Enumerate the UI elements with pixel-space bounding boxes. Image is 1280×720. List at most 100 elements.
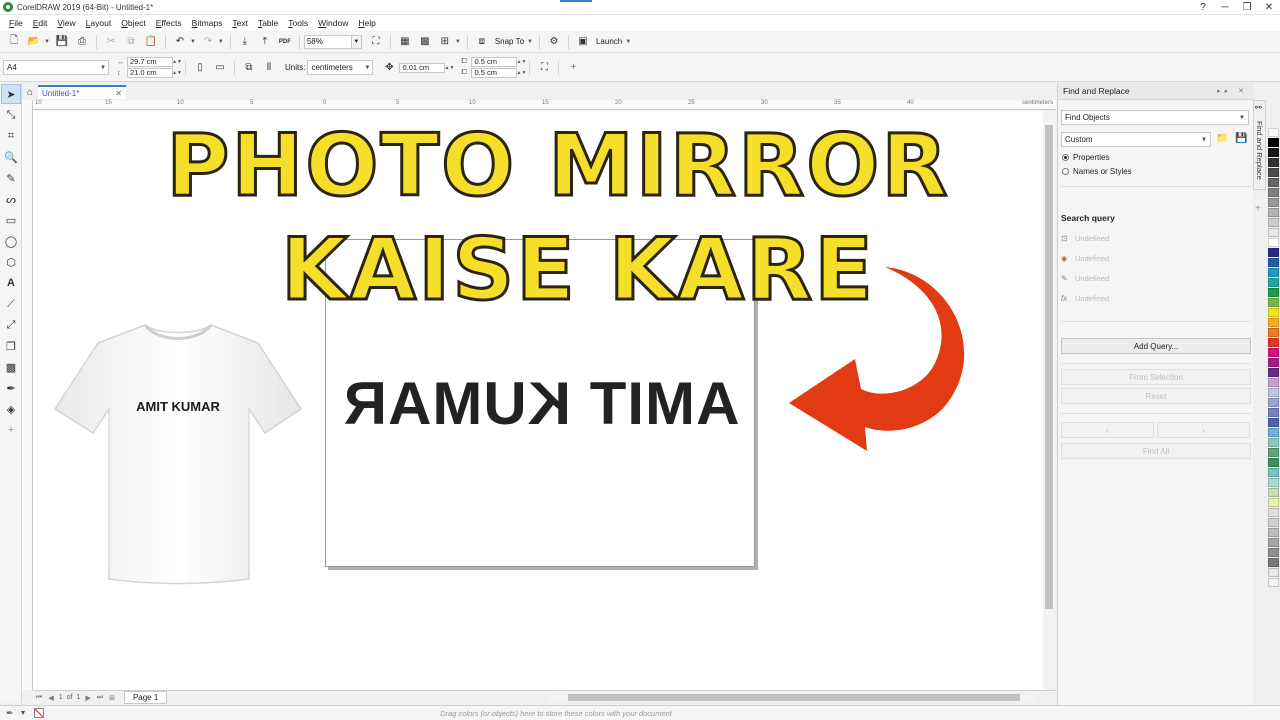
menu-bitmaps[interactable]: Bitmaps <box>187 18 228 28</box>
horizontal-ruler[interactable]: 10 15 10 5 0 5 10 15 20 25 30 35 40 cent… <box>33 100 1056 110</box>
connector-tool-icon[interactable]: ⤢ <box>1 315 21 335</box>
color-swatch[interactable] <box>1268 268 1279 277</box>
shape-tool-icon[interactable]: ⤡ <box>1 105 21 125</box>
tab-untitled-1[interactable]: Untitled-1* ✕ <box>38 85 126 99</box>
print-icon[interactable]: ⎙ <box>74 34 90 50</box>
drop-shadow-icon[interactable]: ❐ <box>1 336 21 356</box>
color-swatch[interactable] <box>1268 438 1279 447</box>
color-swatch[interactable] <box>1268 358 1279 367</box>
artistic-media-icon[interactable]: ᔕ <box>1 189 21 209</box>
ellipse-tool-icon[interactable]: ◯ <box>1 231 21 251</box>
color-swatch[interactable] <box>1268 448 1279 457</box>
zoom-level-input[interactable]: 58% <box>303 34 352 49</box>
import-icon[interactable]: ⤓ <box>237 34 253 50</box>
color-swatch[interactable] <box>1268 258 1279 267</box>
query-row[interactable]: ✎ Undefined <box>1061 274 1109 283</box>
duplicate-x-input[interactable]: 0.5 cm <box>471 57 518 67</box>
menu-view[interactable]: View <box>52 18 80 28</box>
color-swatch[interactable] <box>1268 348 1279 357</box>
query-row[interactable]: ◈ Undefined <box>1061 254 1109 263</box>
color-swatch[interactable] <box>1268 578 1279 587</box>
help-icon[interactable]: ? <box>1192 0 1214 15</box>
add-icon[interactable]: + <box>565 60 581 76</box>
color-swatch[interactable] <box>1268 528 1279 537</box>
welcome-home-icon[interactable]: ⌂ <box>22 85 38 99</box>
menu-object[interactable]: Object <box>116 18 151 28</box>
parallel-dimension-icon[interactable]: ⟋ <box>1 294 21 314</box>
color-swatch[interactable] <box>1268 158 1279 167</box>
color-swatch[interactable] <box>1268 138 1279 147</box>
landscape-icon[interactable]: ▭ <box>212 60 228 76</box>
menu-text[interactable]: Text <box>227 18 253 28</box>
page-width-input[interactable]: 29.7 cm <box>127 57 173 67</box>
preset-select[interactable]: Custom ▼ <box>1061 132 1211 147</box>
color-swatch[interactable] <box>1268 178 1279 187</box>
add-query-button[interactable]: Add Query... <box>1061 338 1251 354</box>
view-caret-icon[interactable]: ▼ <box>455 39 461 45</box>
crop-tool-icon[interactable]: ⌗ <box>1 126 21 146</box>
tshirt-image[interactable] <box>53 321 303 586</box>
page-height-input[interactable]: 21.0 cm <box>127 68 173 78</box>
color-swatch[interactable] <box>1268 128 1279 137</box>
color-swatch[interactable] <box>1268 498 1279 507</box>
headline-line-1[interactable]: PHOTO MIRROR <box>53 122 1043 211</box>
width-spinner-icon[interactable]: ▲▼ <box>172 57 182 67</box>
prev-page-icon[interactable]: ◀ <box>48 694 53 702</box>
color-swatch[interactable] <box>1268 548 1279 557</box>
show-grid-icon[interactable]: ▩ <box>417 34 433 50</box>
minimize-button[interactable]: ─ <box>1214 0 1236 15</box>
color-swatch[interactable] <box>1268 408 1279 417</box>
freehand-tool-icon[interactable]: ✎ <box>1 168 21 188</box>
transparency-icon[interactable]: ▩ <box>1 357 21 377</box>
menu-help[interactable]: Help <box>353 18 380 28</box>
close-button[interactable]: ✕ <box>1258 0 1280 15</box>
cut-icon[interactable]: ✂ <box>103 34 119 50</box>
color-swatch[interactable] <box>1268 318 1279 327</box>
next-page-icon[interactable]: ▶ <box>85 694 90 702</box>
color-swatch[interactable] <box>1268 278 1279 287</box>
docker-side-tab[interactable]: ⚯ Find and Replace <box>1253 100 1266 190</box>
tshirt-print-text[interactable]: AMIT KUMAR <box>118 399 238 414</box>
menu-layout[interactable]: Layout <box>81 18 117 28</box>
color-swatch[interactable] <box>1268 288 1279 297</box>
add-tool-icon[interactable]: + <box>1 420 21 440</box>
color-swatch[interactable] <box>1268 518 1279 527</box>
color-swatch[interactable] <box>1268 188 1279 197</box>
rectangle-tool-icon[interactable]: ▭ <box>1 210 21 230</box>
find-next-button[interactable]: › <box>1157 422 1250 438</box>
show-guidelines-icon[interactable]: ⊞ <box>437 34 453 50</box>
query-row[interactable]: ⊡ Undefined <box>1061 234 1109 243</box>
full-screen-preview-icon[interactable]: ⛶ <box>368 34 384 50</box>
zoom-tool-icon[interactable]: 🔍 <box>1 147 21 167</box>
units-select[interactable]: centimeters ▼ <box>307 60 374 75</box>
drawing-canvas[interactable]: AMIT KUMAR AMIT KUMAR PHOTO MIRROR KAISE… <box>33 111 1043 690</box>
open-query-folder-icon[interactable]: 📁 <box>1216 133 1228 144</box>
menu-tools[interactable]: Tools <box>283 18 313 28</box>
launch-icon[interactable]: ▣ <box>575 34 591 50</box>
horizontal-scrollbar[interactable] <box>548 693 1036 702</box>
red-arrow-shape[interactable] <box>785 261 975 461</box>
nudge-spinner-icon[interactable]: ▲▼ <box>445 63 455 73</box>
last-page-icon[interactable]: ⏭ <box>97 694 103 702</box>
add-docker-icon[interactable]: + <box>1255 203 1261 214</box>
height-spinner-icon[interactable]: ▲▼ <box>172 68 182 78</box>
export-icon[interactable]: ⤒ <box>257 34 273 50</box>
color-swatch[interactable] <box>1268 298 1279 307</box>
color-swatch[interactable] <box>1268 468 1279 477</box>
new-document-icon[interactable]: 🗋 <box>6 34 22 50</box>
vertical-ruler[interactable] <box>22 100 33 690</box>
find-all-button[interactable]: Find All <box>1061 443 1251 459</box>
open-folder-icon[interactable]: 📂 <box>26 34 42 50</box>
duplicate-y-input[interactable]: 0.5 cm <box>471 68 518 78</box>
find-previous-button[interactable]: ‹ <box>1061 422 1154 438</box>
color-swatch[interactable] <box>1268 388 1279 397</box>
menu-effects[interactable]: Effects <box>151 18 187 28</box>
color-swatch[interactable] <box>1268 228 1279 237</box>
page-tab-1[interactable]: Page 1 <box>123 691 168 704</box>
show-rulers-icon[interactable]: ▦ <box>397 34 413 50</box>
interactive-fill-icon[interactable]: ◈ <box>1 399 21 419</box>
add-page-icon[interactable]: ⊞ <box>109 694 115 702</box>
radio-names-or-styles[interactable]: Names or Styles <box>1062 167 1132 176</box>
eyedropper-icon[interactable]: ✒ <box>1 378 21 398</box>
color-swatch[interactable] <box>1268 428 1279 437</box>
